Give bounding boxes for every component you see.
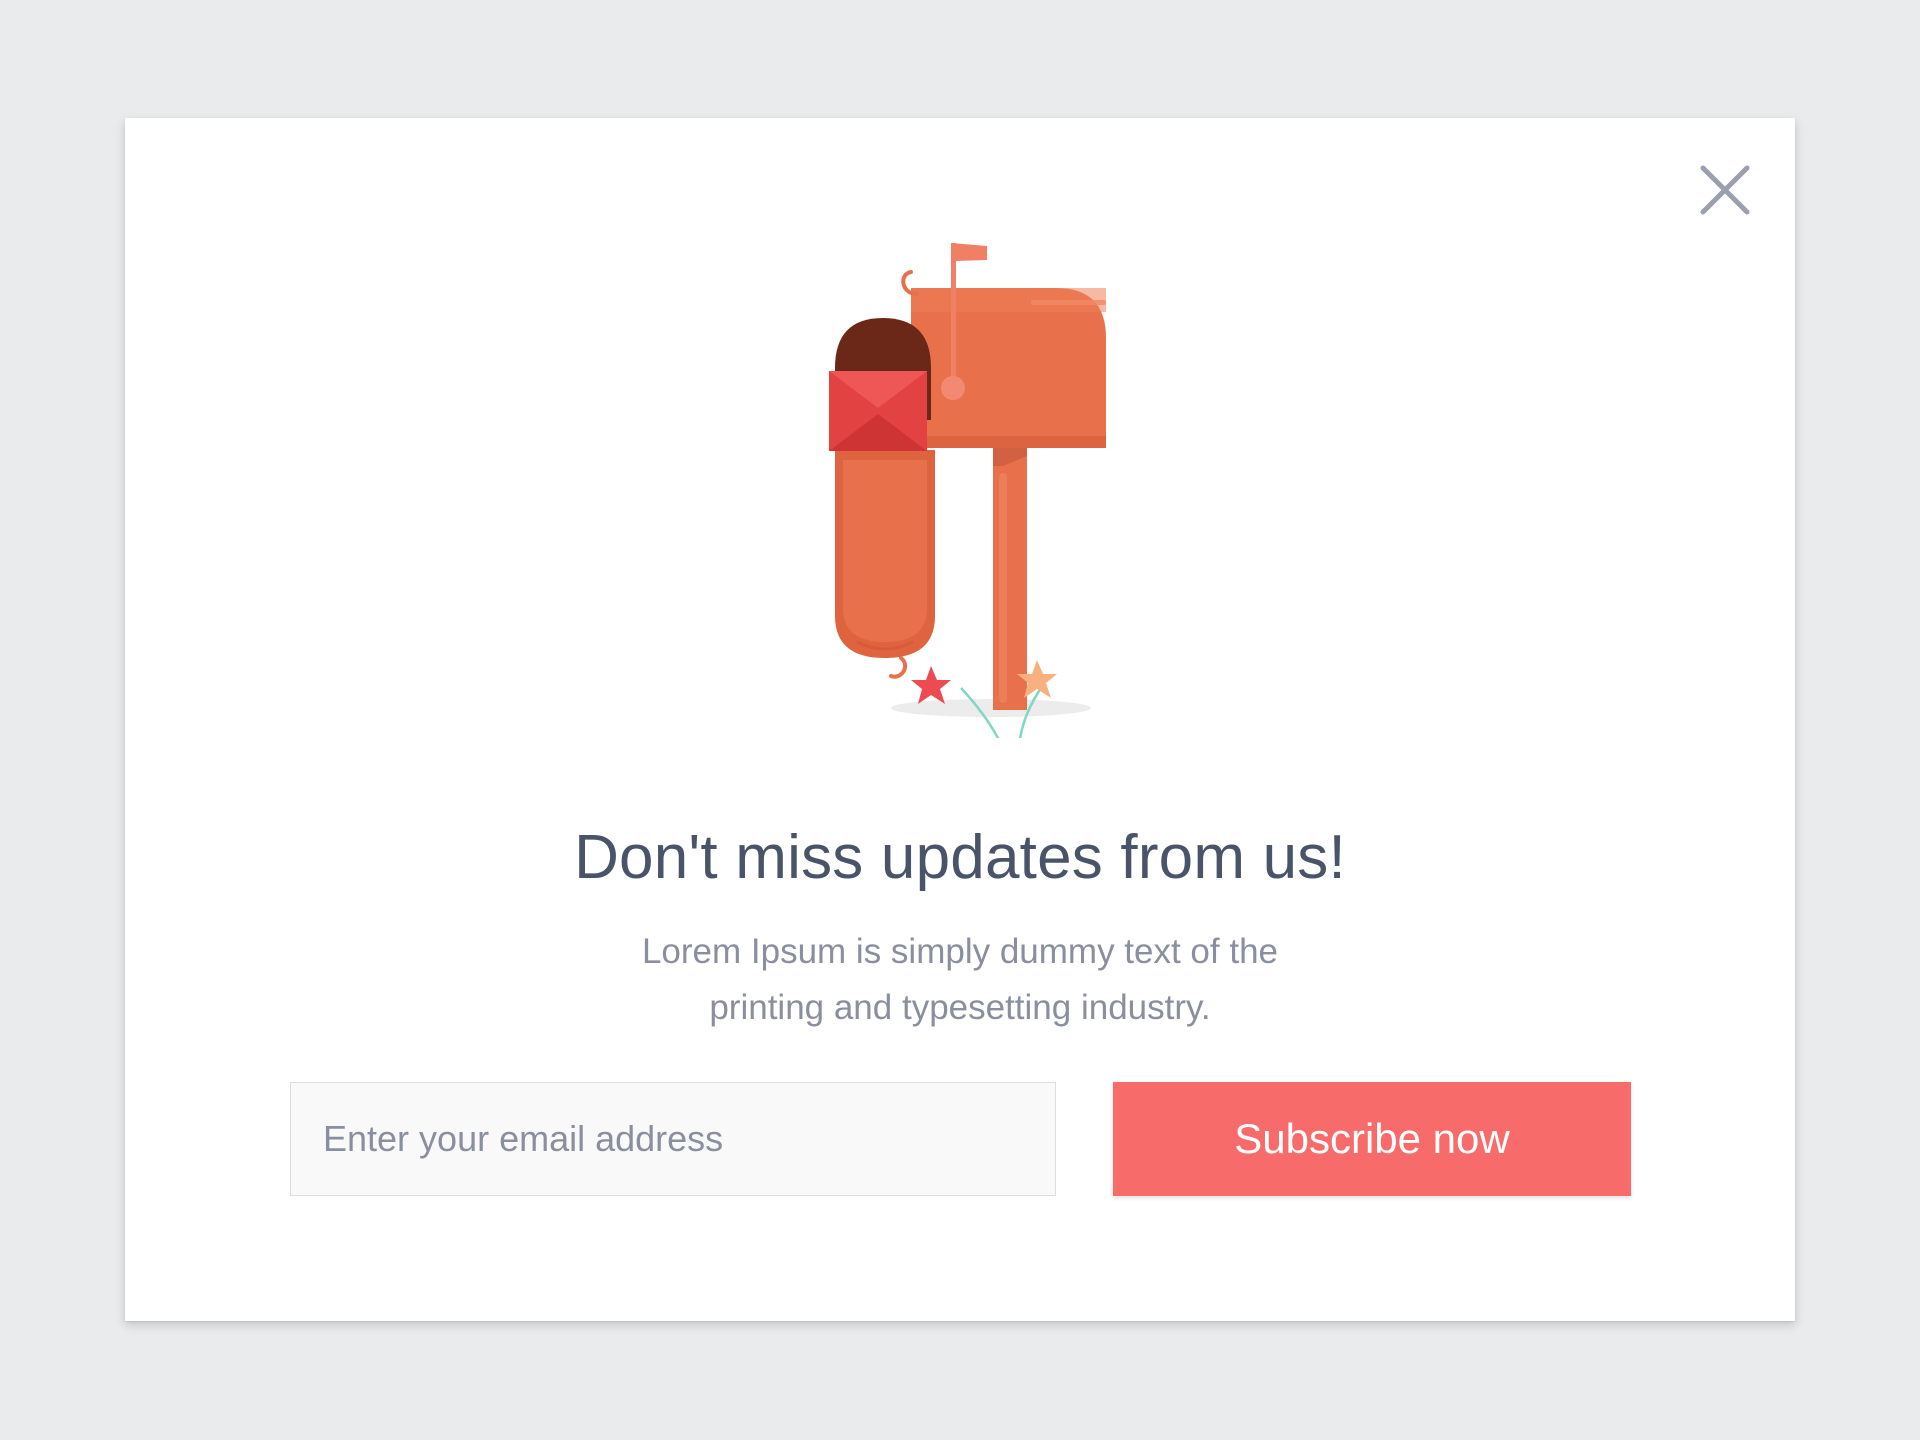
mailbox-illustration [751,168,1151,738]
mailbox-illustration-icon [829,243,1106,738]
close-icon [1700,165,1750,215]
subscribe-button[interactable]: Subscribe now [1113,1082,1631,1196]
description-text: Lorem Ipsum is simply dummy text of the … [641,932,1279,1027]
headline: Don't miss updates from us! [574,823,1346,892]
subscribe-modal: Don't miss updates from us! Lorem Ipsum … [125,118,1795,1321]
email-input[interactable] [290,1082,1056,1196]
close-button[interactable] [1695,160,1755,220]
